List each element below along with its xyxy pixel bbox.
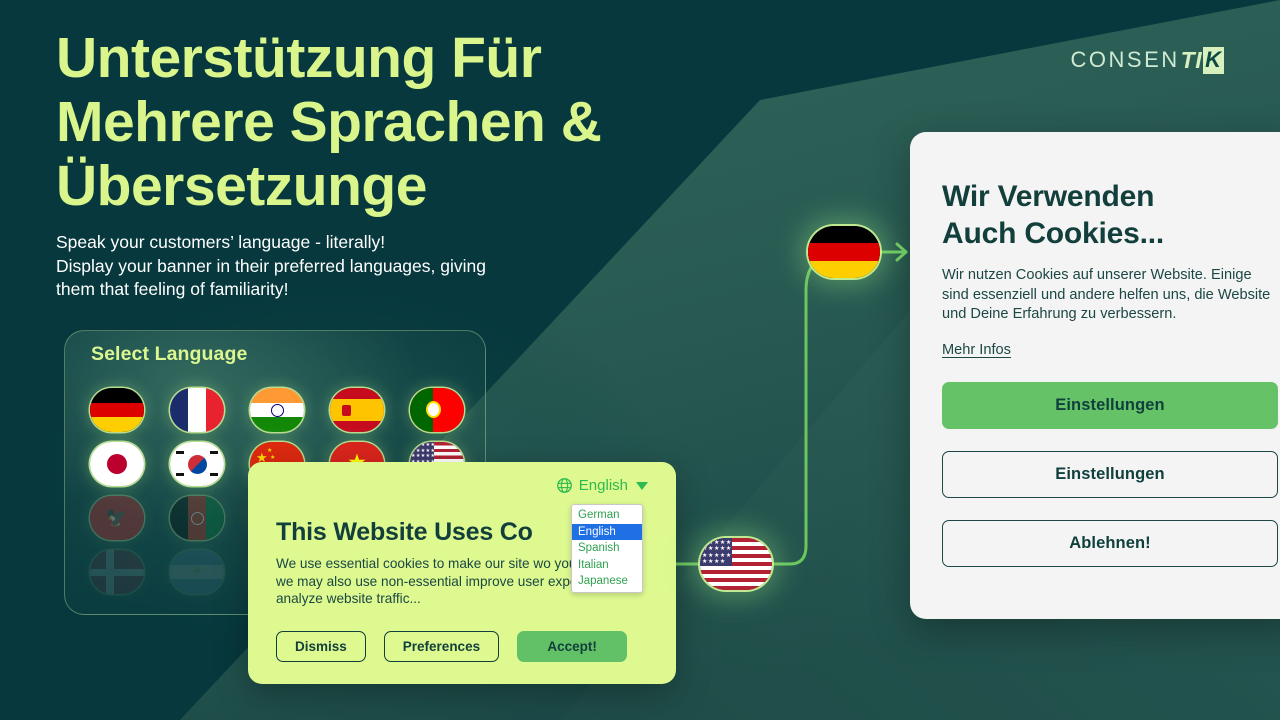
hero-headline-block: Unterstützung Für Mehrere Sprachen & Übe…	[56, 26, 756, 302]
cookie-card-heading-line2: Auch Cookies...	[942, 217, 1165, 250]
dropdown-option-german[interactable]: German	[572, 507, 642, 524]
dropdown-option-italian[interactable]: Italian	[572, 557, 642, 574]
cookie-card-body: Wir nutzen Cookies auf unserer Website. …	[942, 267, 1271, 322]
accept-button[interactable]: Accept!	[517, 631, 628, 662]
flag-cell[interactable]: 🦅	[90, 491, 170, 545]
hero-subtitle: Speak your customers’ language - literal…	[56, 231, 756, 302]
subtitle-line-1: Speak your customers’ language - literal…	[56, 232, 386, 252]
cookie-card-heading-line1: Wir Verwenden	[942, 180, 1155, 213]
page-title: Unterstützung Für Mehrere Sprachen & Übe…	[56, 26, 756, 218]
dropdown-option-japanese[interactable]: Japanese	[572, 573, 642, 590]
language-switcher[interactable]: English	[556, 477, 648, 494]
preferences-button[interactable]: Preferences	[383, 631, 500, 662]
subtitle-line-3: them that feeling of familiarity!	[56, 279, 289, 299]
flag-cell[interactable]	[170, 383, 250, 437]
japan-flag-icon[interactable]	[90, 442, 144, 486]
title-line-3: Übersetzunge	[56, 154, 427, 218]
argentina-flag-icon[interactable]: ☀	[170, 550, 224, 594]
connector-germany-flag-icon[interactable]	[808, 226, 880, 278]
subtitle-line-2: Display your banner in their preferred l…	[56, 255, 486, 276]
ablehnen-button[interactable]: Ablehnen!	[942, 519, 1278, 567]
einstellungen-secondary-button[interactable]: Einstellungen	[942, 450, 1278, 498]
cookie-banner-buttons: Dismiss Preferences Accept!	[276, 631, 628, 662]
germany-flag-icon[interactable]	[90, 388, 144, 432]
flag-cell[interactable]	[90, 545, 170, 599]
flag-cell[interactable]	[90, 437, 170, 491]
flag-cell[interactable]	[170, 491, 250, 545]
german-cookie-card: Wir Verwenden Auch Cookies... Wir nutzen…	[910, 132, 1280, 619]
select-language-title: Select Language	[91, 343, 248, 365]
flag-cell[interactable]	[330, 383, 410, 437]
logo-text-k: K	[1203, 46, 1224, 74]
title-line-2: Mehrere Sprachen &	[56, 90, 602, 154]
india-flag-icon[interactable]	[250, 388, 304, 432]
einstellungen-primary-button[interactable]: Einstellungen	[942, 381, 1278, 429]
flag-cell[interactable]: ☀	[170, 545, 250, 599]
logo-text-consen: CONSEN	[1070, 47, 1180, 72]
english-cookie-banner: English German English Spanish Italian J…	[248, 462, 676, 684]
south-korea-flag-icon[interactable]	[170, 442, 224, 486]
albania-flag-icon[interactable]: 🦅	[90, 496, 144, 540]
dropdown-option-spanish[interactable]: Spanish	[572, 540, 642, 557]
denmark-flag-icon[interactable]	[90, 550, 144, 594]
flag-cell[interactable]	[250, 383, 330, 437]
portugal-flag-icon[interactable]	[410, 388, 464, 432]
cookie-banner-heading: This Website Uses Co	[276, 518, 533, 546]
flag-cell[interactable]	[170, 437, 250, 491]
flag-cell[interactable]	[90, 383, 170, 437]
language-switcher-label: English	[578, 477, 628, 494]
spain-flag-icon[interactable]	[330, 388, 384, 432]
dropdown-option-english[interactable]: English	[572, 523, 642, 540]
mehr-infos-link[interactable]: Mehr Infos	[942, 342, 1011, 358]
title-line-1: Unterstützung Für	[56, 26, 542, 90]
chevron-down-icon[interactable]	[636, 481, 648, 490]
flag-cell[interactable]	[410, 383, 485, 437]
language-dropdown-list[interactable]: German English Spanish Italian Japanese	[571, 504, 643, 593]
france-flag-icon[interactable]	[170, 388, 224, 432]
afghanistan-flag-icon[interactable]	[170, 496, 224, 540]
connector-usa-flag-icon[interactable]: ★★★★★ ★★★★★ ★★★★★ ★★★★	[700, 538, 772, 590]
logo-text-ti: TI	[1180, 46, 1203, 73]
dismiss-button[interactable]: Dismiss	[276, 631, 366, 662]
cookie-card-heading: Wir Verwenden Auch Cookies...	[942, 178, 1278, 252]
consentik-logo: CONSEN TI K	[1071, 45, 1224, 75]
globe-icon	[556, 478, 572, 493]
